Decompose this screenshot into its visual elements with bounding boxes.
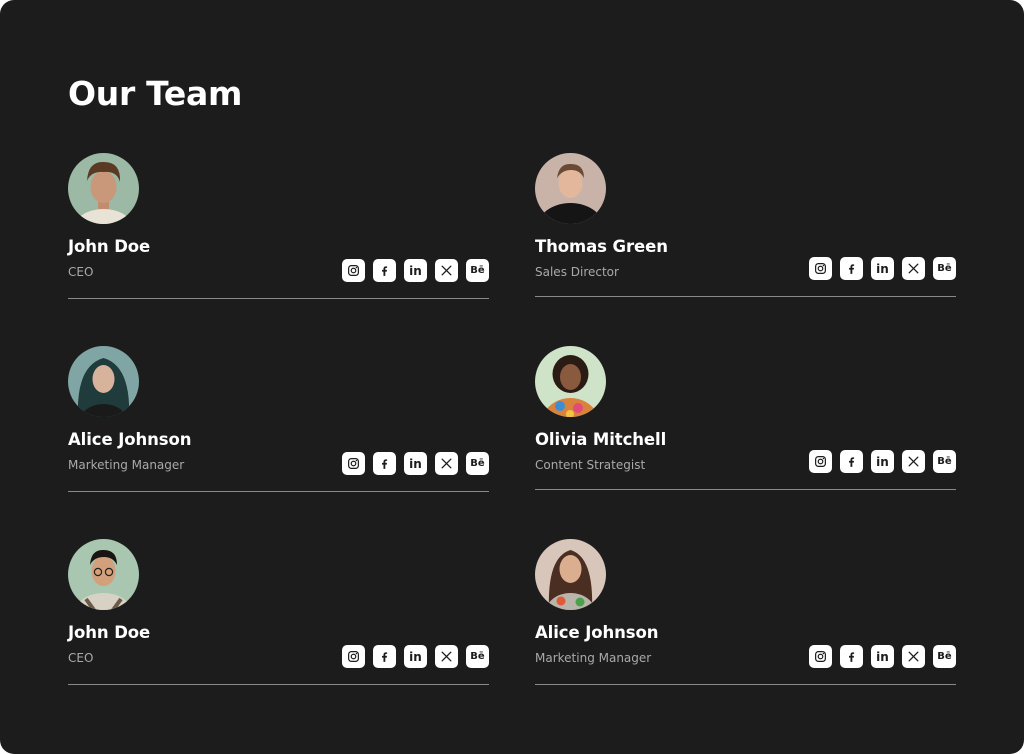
x-link[interactable] [902, 645, 925, 668]
avatar [535, 153, 606, 224]
instagram-icon [348, 651, 359, 662]
avatar [535, 539, 606, 610]
member-role: Marketing Manager [68, 458, 185, 472]
divider [535, 684, 956, 685]
behance-icon: Bē [470, 650, 485, 662]
linkedin-link[interactable]: in [404, 645, 427, 668]
x-icon [441, 458, 452, 469]
divider [68, 684, 489, 685]
linkedin-link[interactable]: in [871, 450, 894, 473]
member-name: Alice Johnson [535, 623, 659, 642]
instagram-icon [348, 265, 359, 276]
x-icon [908, 456, 919, 467]
linkedin-link[interactable]: in [871, 645, 894, 668]
behance-link[interactable]: Bē [933, 257, 956, 280]
behance-icon: Bē [937, 262, 952, 274]
social-links: in Bē [342, 259, 489, 282]
facebook-link[interactable] [840, 645, 863, 668]
facebook-link[interactable] [840, 450, 863, 473]
behance-icon: Bē [470, 457, 485, 469]
instagram-link[interactable] [809, 645, 832, 668]
behance-link[interactable]: Bē [933, 450, 956, 473]
x-icon [908, 651, 919, 662]
instagram-link[interactable] [342, 452, 365, 475]
member-name: Olivia Mitchell [535, 430, 667, 449]
x-icon [908, 263, 919, 274]
social-links: in Bē [342, 645, 489, 668]
divider [68, 491, 489, 492]
instagram-icon [348, 458, 359, 469]
linkedin-icon: in [876, 649, 889, 664]
divider [535, 489, 956, 490]
social-links: in Bē [809, 645, 956, 668]
avatar [535, 346, 606, 417]
team-section: Our Team John Doe CEO in Bē Thomas Green… [0, 0, 1024, 754]
x-icon [441, 651, 452, 662]
member-name: John Doe [68, 623, 151, 642]
instagram-link[interactable] [809, 450, 832, 473]
facebook-icon [849, 457, 855, 467]
behance-icon: Bē [937, 650, 952, 662]
facebook-icon [382, 459, 388, 469]
x-link[interactable] [435, 452, 458, 475]
facebook-link[interactable] [373, 259, 396, 282]
member-role: Content Strategist [535, 458, 646, 472]
member-role: Marketing Manager [535, 651, 652, 665]
behance-link[interactable]: Bē [466, 645, 489, 668]
linkedin-icon: in [409, 649, 422, 664]
avatar [68, 153, 139, 224]
divider [535, 296, 956, 297]
x-link[interactable] [435, 259, 458, 282]
linkedin-link[interactable]: in [404, 452, 427, 475]
x-link[interactable] [902, 257, 925, 280]
behance-link[interactable]: Bē [933, 645, 956, 668]
behance-icon: Bē [937, 455, 952, 467]
facebook-icon [382, 266, 388, 276]
facebook-link[interactable] [373, 645, 396, 668]
instagram-link[interactable] [342, 259, 365, 282]
avatar [68, 346, 139, 417]
instagram-icon [815, 651, 826, 662]
member-name: Thomas Green [535, 237, 668, 256]
instagram-link[interactable] [342, 645, 365, 668]
linkedin-link[interactable]: in [404, 259, 427, 282]
instagram-icon [815, 263, 826, 274]
instagram-link[interactable] [809, 257, 832, 280]
facebook-link[interactable] [840, 257, 863, 280]
instagram-icon [815, 456, 826, 467]
member-name: John Doe [68, 237, 151, 256]
facebook-icon [382, 652, 388, 662]
member-role: CEO [68, 265, 94, 279]
member-role: Sales Director [535, 265, 619, 279]
linkedin-icon: in [409, 263, 422, 278]
social-links: in Bē [342, 452, 489, 475]
member-name: Alice Johnson [68, 430, 192, 449]
member-role: CEO [68, 651, 94, 665]
linkedin-icon: in [876, 261, 889, 276]
behance-link[interactable]: Bē [466, 259, 489, 282]
social-links: in Bē [809, 450, 956, 473]
facebook-icon [849, 652, 855, 662]
facebook-link[interactable] [373, 452, 396, 475]
social-links: in Bē [809, 257, 956, 280]
linkedin-icon: in [876, 454, 889, 469]
linkedin-link[interactable]: in [871, 257, 894, 280]
x-link[interactable] [902, 450, 925, 473]
linkedin-icon: in [409, 456, 422, 471]
behance-link[interactable]: Bē [466, 452, 489, 475]
divider [68, 298, 489, 299]
page-title: Our Team [68, 74, 243, 113]
x-link[interactable] [435, 645, 458, 668]
x-icon [441, 265, 452, 276]
behance-icon: Bē [470, 264, 485, 276]
facebook-icon [849, 264, 855, 274]
avatar [68, 539, 139, 610]
